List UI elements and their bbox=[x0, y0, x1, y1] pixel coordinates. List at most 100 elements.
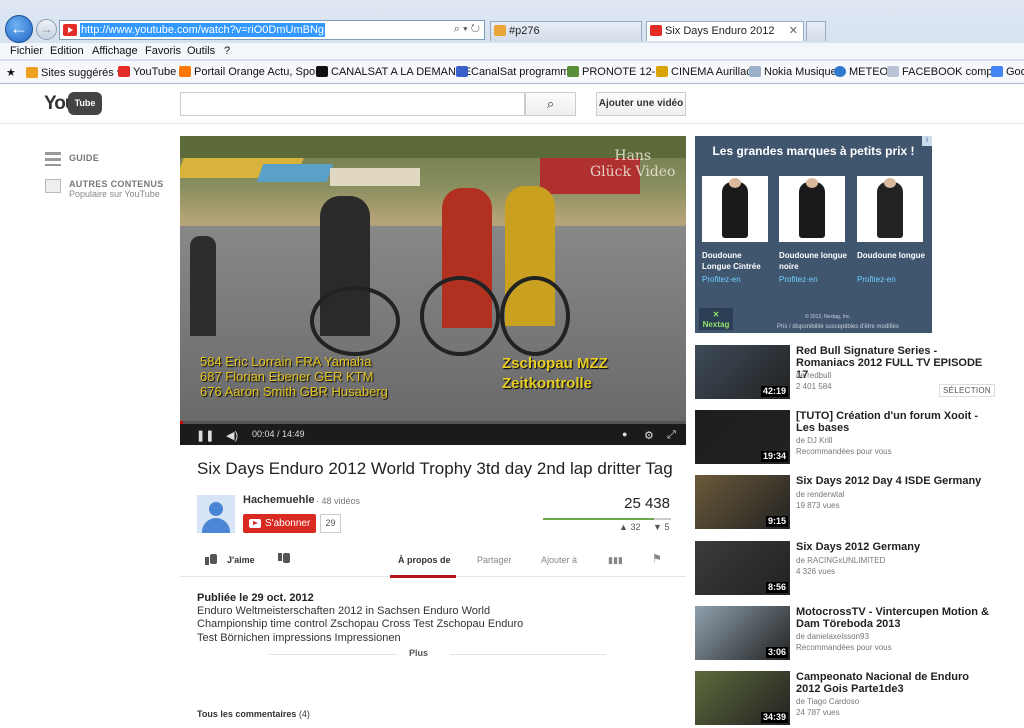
annotations-icon[interactable]: ● bbox=[622, 429, 627, 439]
related-video-item[interactable]: 9:15 Six Days 2012 Day 4 ISDE Germany de r… bbox=[695, 475, 1015, 535]
video-uploader[interactable]: de Tiago Cardoso bbox=[796, 696, 859, 707]
search-button[interactable]: ⌕ bbox=[525, 92, 576, 116]
tab-share[interactable]: Partager bbox=[477, 555, 512, 565]
video-uploader[interactable]: de danielaxelsson93 bbox=[796, 631, 869, 642]
close-icon[interactable]: ✕ bbox=[789, 22, 798, 40]
menu-outils[interactable]: Outils bbox=[187, 45, 215, 57]
tab-youtube-active[interactable]: Six Days Enduro 2012 World... ✕ bbox=[646, 21, 804, 55]
video-duration: 9:15 bbox=[765, 516, 788, 527]
ad-product-link[interactable]: Profitez-en bbox=[857, 275, 896, 284]
related-video-item[interactable]: 19:34 [TUTO] Création d'un forum Xooit - … bbox=[695, 410, 1015, 470]
favorites-star-icon[interactable]: ★ bbox=[6, 66, 16, 79]
tab-p276[interactable]: #p276 bbox=[490, 21, 642, 41]
video-title-link[interactable]: Campeonato Nacional de Enduro 2012 Gois … bbox=[796, 671, 996, 695]
fav-youtube[interactable]: YouTube bbox=[118, 66, 176, 78]
video-title-link[interactable]: Six Days 2012 Germany bbox=[796, 541, 996, 553]
tab-about[interactable]: À propos de bbox=[398, 555, 451, 565]
upload-button[interactable]: Ajouter une vidéo bbox=[596, 92, 686, 116]
ad-product-image[interactable] bbox=[779, 176, 845, 242]
refresh-icon[interactable]: ↻ bbox=[471, 23, 480, 35]
like-button[interactable]: J'aime bbox=[227, 555, 255, 565]
channel-name[interactable]: Hachemuehle bbox=[243, 494, 315, 506]
ad-product-link[interactable]: Profitez-en bbox=[702, 275, 741, 284]
video-player[interactable]: Hans Glück Video 584 Eric Lorrain FRA Ya… bbox=[180, 136, 686, 445]
related-video-item[interactable]: 42:19 Red Bull Signature Series - Romania… bbox=[695, 345, 1015, 405]
ad-banner[interactable]: i Les grandes marques à petits prix ! Do… bbox=[695, 136, 932, 333]
avatar[interactable] bbox=[197, 495, 235, 533]
tab-favicon-icon bbox=[494, 25, 506, 36]
video-meta: 2 401 584 bbox=[796, 382, 832, 391]
menu-affichage[interactable]: Affichage bbox=[92, 45, 138, 57]
thumbs-up-icon[interactable] bbox=[205, 553, 217, 565]
grid-icon bbox=[45, 179, 61, 193]
related-video-item[interactable]: 34:39 Campeonato Nacional de Enduro 2012 … bbox=[695, 671, 1015, 728]
ad-product-link[interactable]: Profitez-en bbox=[779, 275, 818, 284]
related-video-item[interactable]: 3:06 MotocrossTV - Vintercupen Motion & D… bbox=[695, 606, 1015, 666]
menu-favoris[interactable]: Favoris bbox=[145, 45, 181, 57]
video-thumbnail[interactable]: 3:06 bbox=[695, 606, 790, 660]
time-display: 00:04 / 14:49 bbox=[252, 429, 305, 439]
fav-facebook[interactable]: FACEBOOK compte bbox=[887, 66, 1002, 78]
dropdown-icon[interactable]: ▾ bbox=[463, 23, 468, 35]
ad-product-name[interactable]: Doudoune longue noire bbox=[779, 250, 849, 272]
channel-video-count[interactable]: · 48 vidéos bbox=[316, 496, 360, 506]
video-thumbnail[interactable]: 34:39 bbox=[695, 671, 790, 725]
pause-icon[interactable]: ❚❚ bbox=[196, 429, 214, 442]
youtube-icon bbox=[249, 519, 261, 528]
fav-google[interactable]: Goo bbox=[991, 66, 1024, 78]
fullscreen-icon[interactable]: ⤢ bbox=[667, 429, 676, 442]
menu-edition[interactable]: Edition bbox=[50, 45, 84, 57]
fav-portail-orange[interactable]: Portail Orange Actu, Spor... bbox=[179, 66, 327, 78]
fav-cinema[interactable]: CINEMA Aurillac bbox=[656, 66, 752, 78]
video-thumbnail[interactable]: 9:15 bbox=[695, 475, 790, 529]
facebook-icon bbox=[887, 66, 899, 77]
related-video-item[interactable]: 8:56 Six Days 2012 Germany de RACINGxUNLIM… bbox=[695, 541, 1015, 601]
video-thumbnail[interactable]: 42:19 bbox=[695, 345, 790, 399]
nextag-logo[interactable]: ✕ Nextag bbox=[699, 308, 733, 330]
ad-product-image[interactable] bbox=[702, 176, 768, 242]
video-uploader[interactable]: de redbull bbox=[796, 370, 831, 381]
video-frame[interactable]: Hans Glück Video 584 Eric Lorrain FRA Ya… bbox=[180, 136, 686, 421]
subscribe-button[interactable]: S'abonner bbox=[243, 514, 316, 533]
youtube-page: You Tube ⌕ Ajouter une vidéo GUIDE AUTRE… bbox=[0, 84, 1024, 728]
nokia-icon bbox=[749, 66, 761, 77]
fav-sites-suggeres[interactable]: Sites suggérés ▾ bbox=[26, 66, 122, 79]
fav-nokia[interactable]: Nokia Musique bbox=[749, 66, 837, 78]
new-tab-button[interactable] bbox=[806, 21, 826, 41]
ad-product-name[interactable]: Doudoune Longue Cintrée bbox=[702, 250, 772, 272]
spectator-shape bbox=[190, 236, 216, 336]
fav-canalsat-demande[interactable]: CANALSAT A LA DEMANDE bbox=[316, 66, 471, 78]
video-thumbnail[interactable]: 8:56 bbox=[695, 541, 790, 595]
ad-product-name[interactable]: Doudoune longue bbox=[857, 250, 927, 261]
progress-bar[interactable] bbox=[180, 421, 686, 424]
fav-meteo[interactable]: METEO bbox=[834, 66, 888, 78]
ad-product-image[interactable] bbox=[857, 176, 923, 242]
video-uploader[interactable]: de renderwtal bbox=[796, 489, 844, 500]
stats-icon[interactable]: ▮▮▮ bbox=[608, 555, 623, 566]
video-uploader[interactable]: de RACINGxUNLIMITED bbox=[796, 555, 885, 566]
flag-icon[interactable]: ⚑ bbox=[652, 552, 662, 565]
tab-add-to[interactable]: Ajouter à bbox=[541, 555, 577, 565]
subscribe-label: S'abonner bbox=[265, 518, 311, 529]
menu-fichier[interactable]: Fichier bbox=[10, 45, 43, 57]
video-title-link[interactable]: MotocrossTV - Vintercupen Motion & Dam T… bbox=[796, 606, 996, 630]
comments-header[interactable]: Tous les commentaires (4) bbox=[197, 709, 310, 719]
search-icon[interactable]: ⌕ bbox=[454, 23, 460, 35]
address-url[interactable]: http://www.youtube.com/watch?v=riO0DmUmB… bbox=[80, 23, 326, 37]
address-bar[interactable]: http://www.youtube.com/watch?v=riO0DmUmB… bbox=[59, 20, 485, 40]
search-input[interactable] bbox=[180, 92, 525, 116]
video-thumbnail[interactable]: 19:34 bbox=[695, 410, 790, 464]
volume-icon[interactable]: ◀) bbox=[226, 429, 238, 442]
address-tools[interactable]: ⌕ ▾ ↻ bbox=[454, 23, 480, 36]
gear-icon[interactable]: ⚙ bbox=[644, 429, 654, 442]
video-title-link[interactable]: [TUTO] Création d'un forum Xooit - Les b… bbox=[796, 410, 996, 434]
forward-button[interactable]: → bbox=[36, 19, 57, 40]
video-title-link[interactable]: Six Days 2012 Day 4 ISDE Germany bbox=[796, 475, 996, 487]
show-more-button[interactable]: Plus bbox=[409, 648, 428, 658]
video-uploader[interactable]: de DJ Krill bbox=[796, 435, 832, 446]
thumbs-down-icon[interactable] bbox=[278, 553, 290, 565]
menu-help[interactable]: ? bbox=[224, 45, 230, 57]
fav-pronote[interactable]: PRONOTE 12-13 bbox=[567, 66, 668, 78]
back-button[interactable]: ← bbox=[5, 15, 33, 43]
fav-canalsat-programme[interactable]: CanalSat programme bbox=[456, 66, 576, 78]
